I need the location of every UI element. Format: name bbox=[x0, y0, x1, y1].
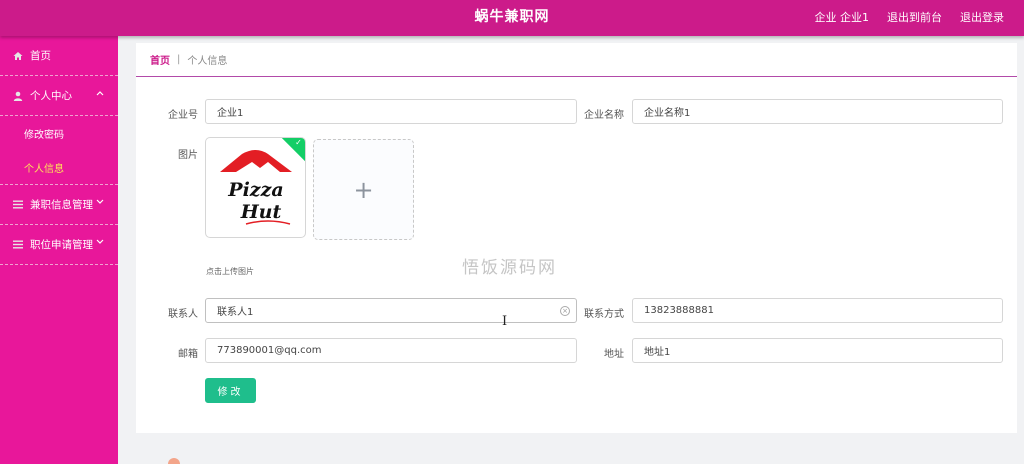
company-no-label: 企业号 bbox=[168, 110, 198, 121]
plus-icon: + bbox=[353, 175, 374, 204]
sidebar-item-home[interactable]: 首页 bbox=[0, 36, 118, 76]
sidebar-item-personal-center[interactable]: 个人中心 bbox=[0, 76, 118, 116]
text-cursor-icon: I bbox=[502, 314, 508, 329]
chevron-down-icon bbox=[96, 198, 104, 208]
sidebar-item-label: 首页 bbox=[30, 50, 51, 62]
chevron-up-icon bbox=[96, 89, 104, 99]
phone-label: 联系方式 bbox=[584, 309, 624, 320]
upload-image-button[interactable]: + bbox=[313, 139, 414, 240]
breadcrumb-home[interactable]: 首页 bbox=[150, 52, 170, 67]
watermark: 悟饭源码网 bbox=[462, 258, 557, 278]
uploaded-image[interactable]: Pizza Hut ✓ bbox=[205, 137, 306, 238]
sidebar-item-change-password[interactable]: 修改密码 bbox=[0, 116, 118, 150]
check-icon: ✓ bbox=[295, 138, 302, 148]
sidebar: 首页 个人中心 修改密码 个人信息 兼职信息管理 职位申请管理 bbox=[0, 36, 118, 464]
address-label: 地址 bbox=[604, 349, 624, 360]
breadcrumb: 首页 | 个人信息 bbox=[136, 43, 1017, 77]
logout-link[interactable]: 退出登录 bbox=[960, 9, 1004, 25]
breadcrumb-current: 个人信息 bbox=[187, 56, 228, 67]
sidebar-item-application-mgmt[interactable]: 职位申请管理 bbox=[0, 225, 118, 265]
sidebar-item-label: 个人中心 bbox=[30, 90, 72, 102]
current-user[interactable]: 企业 企业1 bbox=[815, 9, 870, 25]
menu-icon bbox=[12, 200, 24, 209]
sidebar-item-job-info-mgmt[interactable]: 兼职信息管理 bbox=[0, 185, 118, 225]
user-icon bbox=[12, 91, 24, 101]
menu-icon bbox=[12, 240, 24, 249]
breadcrumb-separator: | bbox=[177, 54, 181, 65]
header-actions: 企业 企业1 退出到前台 退出登录 bbox=[815, 0, 1005, 34]
sidebar-item-label: 职位申请管理 bbox=[30, 239, 93, 251]
company-no-field[interactable]: 企业1 bbox=[205, 99, 577, 124]
personal-center-submenu: 修改密码 个人信息 bbox=[0, 116, 118, 185]
top-navbar: 蜗牛兼职网 企业 企业1 退出到前台 退出登录 bbox=[0, 0, 1024, 36]
home-icon bbox=[12, 51, 24, 61]
address-field[interactable]: 地址1 bbox=[632, 338, 1003, 363]
sidebar-item-personal-info[interactable]: 个人信息 bbox=[0, 150, 118, 184]
sidebar-item-label: 兼职信息管理 bbox=[30, 199, 93, 211]
company-name-field[interactable]: 企业名称1 bbox=[632, 99, 1003, 124]
phone-field[interactable]: 13823888881 bbox=[632, 298, 1003, 323]
contact-label: 联系人 bbox=[168, 309, 198, 320]
floating-avatar-icon bbox=[168, 458, 180, 464]
submit-button[interactable]: 修改 bbox=[205, 378, 256, 403]
pizza-hut-logo: Pizza Hut bbox=[220, 150, 292, 225]
email-label: 邮箱 bbox=[178, 349, 198, 360]
logo-text-hut: Hut bbox=[240, 201, 282, 223]
chevron-down-icon bbox=[96, 238, 104, 248]
image-label: 图片 bbox=[178, 150, 198, 161]
email-field[interactable]: 773890001@qq.com bbox=[205, 338, 577, 363]
logo-text-pizza: Pizza bbox=[227, 179, 283, 201]
contact-value: 联系人1 bbox=[217, 307, 254, 318]
contact-field[interactable]: 联系人1 × bbox=[205, 298, 577, 323]
back-to-frontend-link[interactable]: 退出到前台 bbox=[887, 9, 942, 25]
upload-hint: 点击上传图片 bbox=[206, 267, 254, 276]
company-name-label: 企业名称 bbox=[584, 110, 624, 121]
